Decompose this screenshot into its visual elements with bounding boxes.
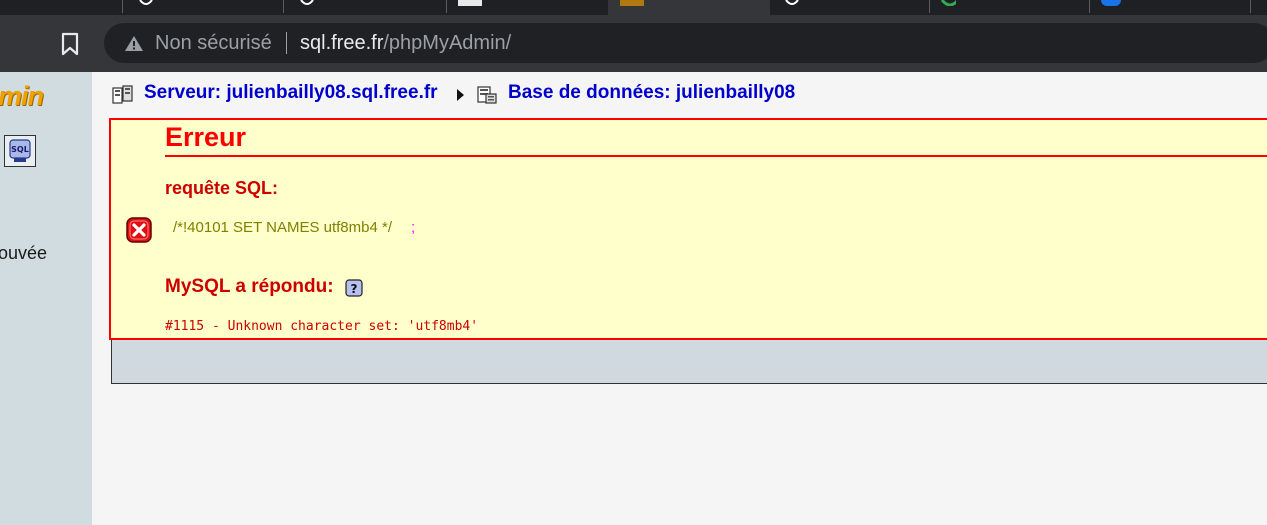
tab-favicon-icon (940, 0, 956, 6)
tab-favicon-icon (785, 0, 799, 5)
browser-tab[interactable] (930, 0, 1090, 15)
browser-tab[interactable] (285, 0, 447, 15)
help-icon[interactable]: ? (345, 279, 363, 297)
sql-query-button[interactable]: SQL (4, 135, 36, 167)
phpmyadmin-logo[interactable]: min (0, 81, 44, 112)
url-text[interactable]: sql.free.fr/phpMyAdmin/ (300, 32, 511, 55)
browser-tab[interactable] (1091, 0, 1251, 15)
tab-favicon-icon (300, 0, 314, 5)
sql-icon: SQL (9, 139, 31, 162)
tab-strip (0, 0, 1267, 15)
error-footer-bar (111, 340, 1267, 384)
error-title-underline (165, 155, 1267, 157)
sql-query-terminator: ; (411, 219, 416, 236)
browser-toolbar: Non sécurisé sql.free.fr/phpMyAdmin/ (0, 15, 1267, 72)
breadcrumb-arrow-icon (457, 89, 464, 101)
url-path: /phpMyAdmin/ (383, 32, 512, 54)
no-table-found-text: ouvée (0, 243, 48, 263)
error-title: Erreur (165, 122, 247, 152)
server-icon (112, 85, 133, 104)
security-label[interactable]: Non sécurisé (155, 32, 272, 55)
mysql-response-label: MySQL a répondu: (165, 276, 334, 297)
database-link[interactable]: Base de données: julienbailly08 (508, 82, 795, 104)
database-icon (477, 86, 497, 104)
server-link[interactable]: Serveur: julienbailly08.sql.free.fr (144, 82, 438, 104)
browser-tab-active[interactable] (608, 0, 770, 15)
url-host: sql.free.fr (300, 32, 384, 54)
browser-tab[interactable] (0, 0, 123, 15)
browser-tab[interactable] (448, 0, 608, 15)
error-box: Erreur requête SQL: /*!40101 SET NAMES u… (109, 118, 1267, 340)
warning-icon[interactable] (124, 35, 144, 52)
error-icon (126, 217, 152, 243)
browser-tab[interactable] (124, 0, 284, 15)
bookmark-icon[interactable] (58, 31, 82, 57)
sql-query-text: /*!40101 SET NAMES utf8mb4 */ (173, 219, 393, 236)
tab-favicon-icon (458, 0, 482, 6)
svg-text:?: ? (351, 282, 358, 296)
browser-tab[interactable] (770, 0, 930, 15)
omnibox-divider (286, 32, 287, 54)
pma-favicon-icon (620, 0, 644, 6)
left-navigation-frame: min SQL ouvée (0, 72, 92, 525)
svg-text:SQL: SQL (11, 145, 29, 154)
mysql-error-message: #1115 - Unknown character set: 'utf8mb4' (165, 319, 479, 334)
tab-favicon-icon (1101, 0, 1121, 6)
sql-query-label: requête SQL: (165, 178, 279, 198)
address-bar[interactable]: Non sécurisé sql.free.fr/phpMyAdmin/ (104, 23, 1267, 63)
tab-favicon-icon (139, 0, 153, 5)
